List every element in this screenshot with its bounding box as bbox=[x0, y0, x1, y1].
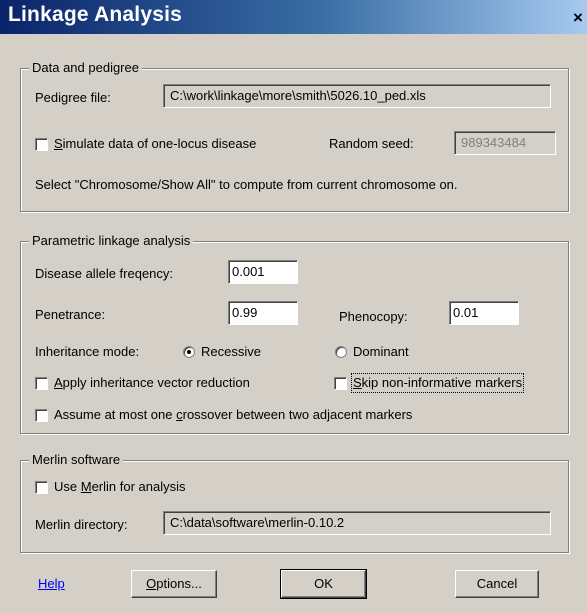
dominant-radio[interactable]: Dominant bbox=[335, 344, 409, 360]
simulate-checkbox-box[interactable] bbox=[35, 137, 48, 151]
options-button[interactable]: Options... bbox=[131, 570, 217, 598]
recessive-radio-label: Recessive bbox=[201, 344, 261, 359]
use-merlin-checkbox[interactable]: Use Merlin for analysis bbox=[35, 479, 186, 495]
help-link[interactable]: Help bbox=[38, 576, 65, 591]
title-bar[interactable]: Linkage Analysis × bbox=[0, 0, 587, 34]
allele-freq-input[interactable]: 0.001 bbox=[228, 260, 298, 284]
penetrance-label: Penetrance: bbox=[35, 307, 106, 322]
dominant-radio-label: Dominant bbox=[353, 344, 409, 359]
random-seed-field: 989343484 bbox=[454, 131, 556, 155]
cancel-button[interactable]: Cancel bbox=[455, 570, 539, 598]
parametric-group: Parametric linkage analysis Disease alle… bbox=[20, 233, 569, 434]
skip-markers-checkbox[interactable]: Skip non-informative markers bbox=[334, 373, 525, 393]
pedigree-file-field: C:\work\linkage\more\smith\5026.10_ped.x… bbox=[163, 84, 551, 108]
ok-button[interactable]: OK bbox=[280, 569, 367, 599]
skip-markers-checkbox-box[interactable] bbox=[334, 376, 347, 390]
random-seed-label: Random seed: bbox=[329, 136, 414, 151]
chromosome-note: Select "Chromosome/Show All" to compute … bbox=[35, 177, 458, 192]
apply-reduction-checkbox-box[interactable] bbox=[35, 376, 48, 390]
simulate-checkbox[interactable]: Simulate data of one-locus disease bbox=[35, 136, 256, 152]
simulate-checkbox-label: Simulate data of one-locus disease bbox=[54, 136, 257, 151]
linkage-analysis-dialog: Linkage Analysis × Data and pedigree Ped… bbox=[0, 0, 587, 613]
inheritance-mode-label: Inheritance mode: bbox=[35, 344, 140, 359]
recessive-radio-circle[interactable] bbox=[183, 346, 195, 358]
close-button[interactable]: × bbox=[571, 8, 585, 28]
assume-crossover-label: Assume at most one crossover between two… bbox=[54, 407, 413, 422]
skip-markers-label: Skip non-informative markers bbox=[350, 373, 525, 393]
phenocopy-label: Phenocopy: bbox=[339, 309, 408, 324]
assume-crossover-checkbox-box[interactable] bbox=[35, 408, 48, 422]
use-merlin-label: Use Merlin for analysis bbox=[54, 479, 186, 494]
merlin-group: Merlin software Use Merlin for analysis … bbox=[20, 452, 569, 553]
merlin-directory-field: C:\data\software\merlin-0.10.2 bbox=[163, 511, 551, 535]
data-pedigree-group: Data and pedigree Pedigree file: C:\work… bbox=[20, 60, 569, 212]
data-pedigree-legend: Data and pedigree bbox=[29, 60, 142, 76]
assume-crossover-checkbox[interactable]: Assume at most one crossover between two… bbox=[35, 407, 412, 423]
apply-reduction-label: Apply inheritance vector reduction bbox=[54, 375, 250, 390]
merlin-legend: Merlin software bbox=[29, 452, 124, 468]
phenocopy-input[interactable]: 0.01 bbox=[449, 301, 519, 325]
window-title: Linkage Analysis bbox=[8, 3, 182, 26]
penetrance-input[interactable]: 0.99 bbox=[228, 301, 298, 325]
options-button-label: Options... bbox=[146, 576, 202, 591]
use-merlin-checkbox-box[interactable] bbox=[35, 480, 48, 494]
parametric-legend: Parametric linkage analysis bbox=[29, 233, 194, 249]
dominant-radio-circle[interactable] bbox=[335, 346, 347, 358]
recessive-radio[interactable]: Recessive bbox=[183, 344, 261, 360]
merlin-directory-label: Merlin directory: bbox=[35, 517, 128, 532]
allele-freq-label: Disease allele freqency: bbox=[35, 266, 174, 281]
close-icon: × bbox=[573, 8, 583, 27]
pedigree-file-label: Pedigree file: bbox=[35, 90, 111, 105]
apply-reduction-checkbox[interactable]: Apply inheritance vector reduction bbox=[35, 375, 250, 391]
